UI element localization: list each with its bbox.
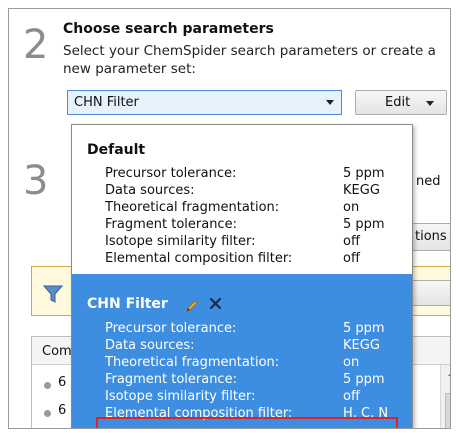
param-value: on [343,355,360,370]
param-label: Data sources: [105,183,195,198]
scroll-thumb[interactable] [445,393,450,428]
param-value: 5 ppm [343,166,385,181]
filter-apply-button[interactable] [407,280,450,306]
param-value: on [343,200,360,215]
step-2-subtitle: Select your ChemSpider search parameters… [63,43,436,77]
param-value: off [343,389,360,404]
option-title: Default [87,142,146,158]
options-button-label: tions [415,229,447,244]
param-label: Precursor tolerance: [105,166,237,181]
option-title: CHN Filter [87,296,168,312]
param-label: Isotope similarity filter: [105,234,256,249]
table-row[interactable]: 6 [58,375,66,390]
param-value: off [343,251,360,266]
step-2-title: Choose search parameters [63,21,274,37]
table-scrollbar[interactable] [440,365,450,428]
param-row: Theoretical fragmentation: on [105,354,412,371]
row-bullet-icon [44,410,51,417]
param-label: Precursor tolerance: [105,321,237,336]
elemental-composition-highlight [96,417,398,428]
parameter-set-option-chn-filter[interactable]: CHN Filter Precursor tolerance: 5 ppm Da… [72,274,412,428]
edit-button[interactable]: Edit [355,90,447,115]
param-row: Fragment tolerance: 5 ppm [105,216,412,233]
edit-dropdown-arrow-icon [426,101,434,106]
parameter-set-selected-value: CHN Filter [74,95,139,110]
param-label: Elemental composition filter: [105,251,293,266]
close-icon[interactable] [208,296,223,311]
param-row: Data sources: KEGG [105,337,412,354]
param-row: Theoretical fragmentation: on [105,199,412,216]
param-row: Precursor tolerance: 5 ppm [105,320,412,337]
param-value: 5 ppm [343,321,385,336]
param-label: Isotope similarity filter: [105,389,256,404]
param-label: Data sources: [105,338,195,353]
param-row: Isotope similarity filter: off [105,388,412,405]
param-row: Fragment tolerance: 5 ppm [105,371,412,388]
param-row: Isotope similarity filter: off [105,233,412,250]
scroll-up-arrow-icon[interactable] [448,371,450,376]
step-3-partial-text: ned [416,174,441,189]
dropdown-arrow-icon [326,100,334,105]
param-label: Fragment tolerance: [105,217,237,232]
param-value: 5 ppm [343,217,385,232]
parameter-set-combobox[interactable]: CHN Filter [67,90,342,115]
step-3-number: 3 [23,158,49,204]
param-row: Precursor tolerance: 5 ppm [105,165,412,182]
step-2-number: 2 [23,22,49,68]
param-label: Theoretical fragmentation: [105,355,280,370]
param-value: KEGG [343,338,380,353]
param-value: KEGG [343,183,380,198]
param-row: Elemental composition filter: off [105,250,412,267]
row-bullet-icon [44,382,51,389]
funnel-icon[interactable] [42,283,64,305]
edit-button-label: Edit [385,95,411,110]
pencil-icon[interactable] [184,298,200,314]
param-row: Data sources: KEGG [105,182,412,199]
param-label: Fragment tolerance: [105,372,237,387]
column-header-compound[interactable]: Com [42,344,72,359]
parameter-set-dropdown-list: Default Precursor tolerance: 5 ppm Data … [71,124,413,428]
param-value: off [343,234,360,249]
table-row[interactable]: 6 [58,403,66,418]
param-value: 5 ppm [343,372,385,387]
parameter-set-option-default[interactable]: Default Precursor tolerance: 5 ppm Data … [72,125,412,273]
param-label: Theoretical fragmentation: [105,200,280,215]
chemspider-search-panel: 2 Choose search parameters Select your C… [8,8,451,429]
